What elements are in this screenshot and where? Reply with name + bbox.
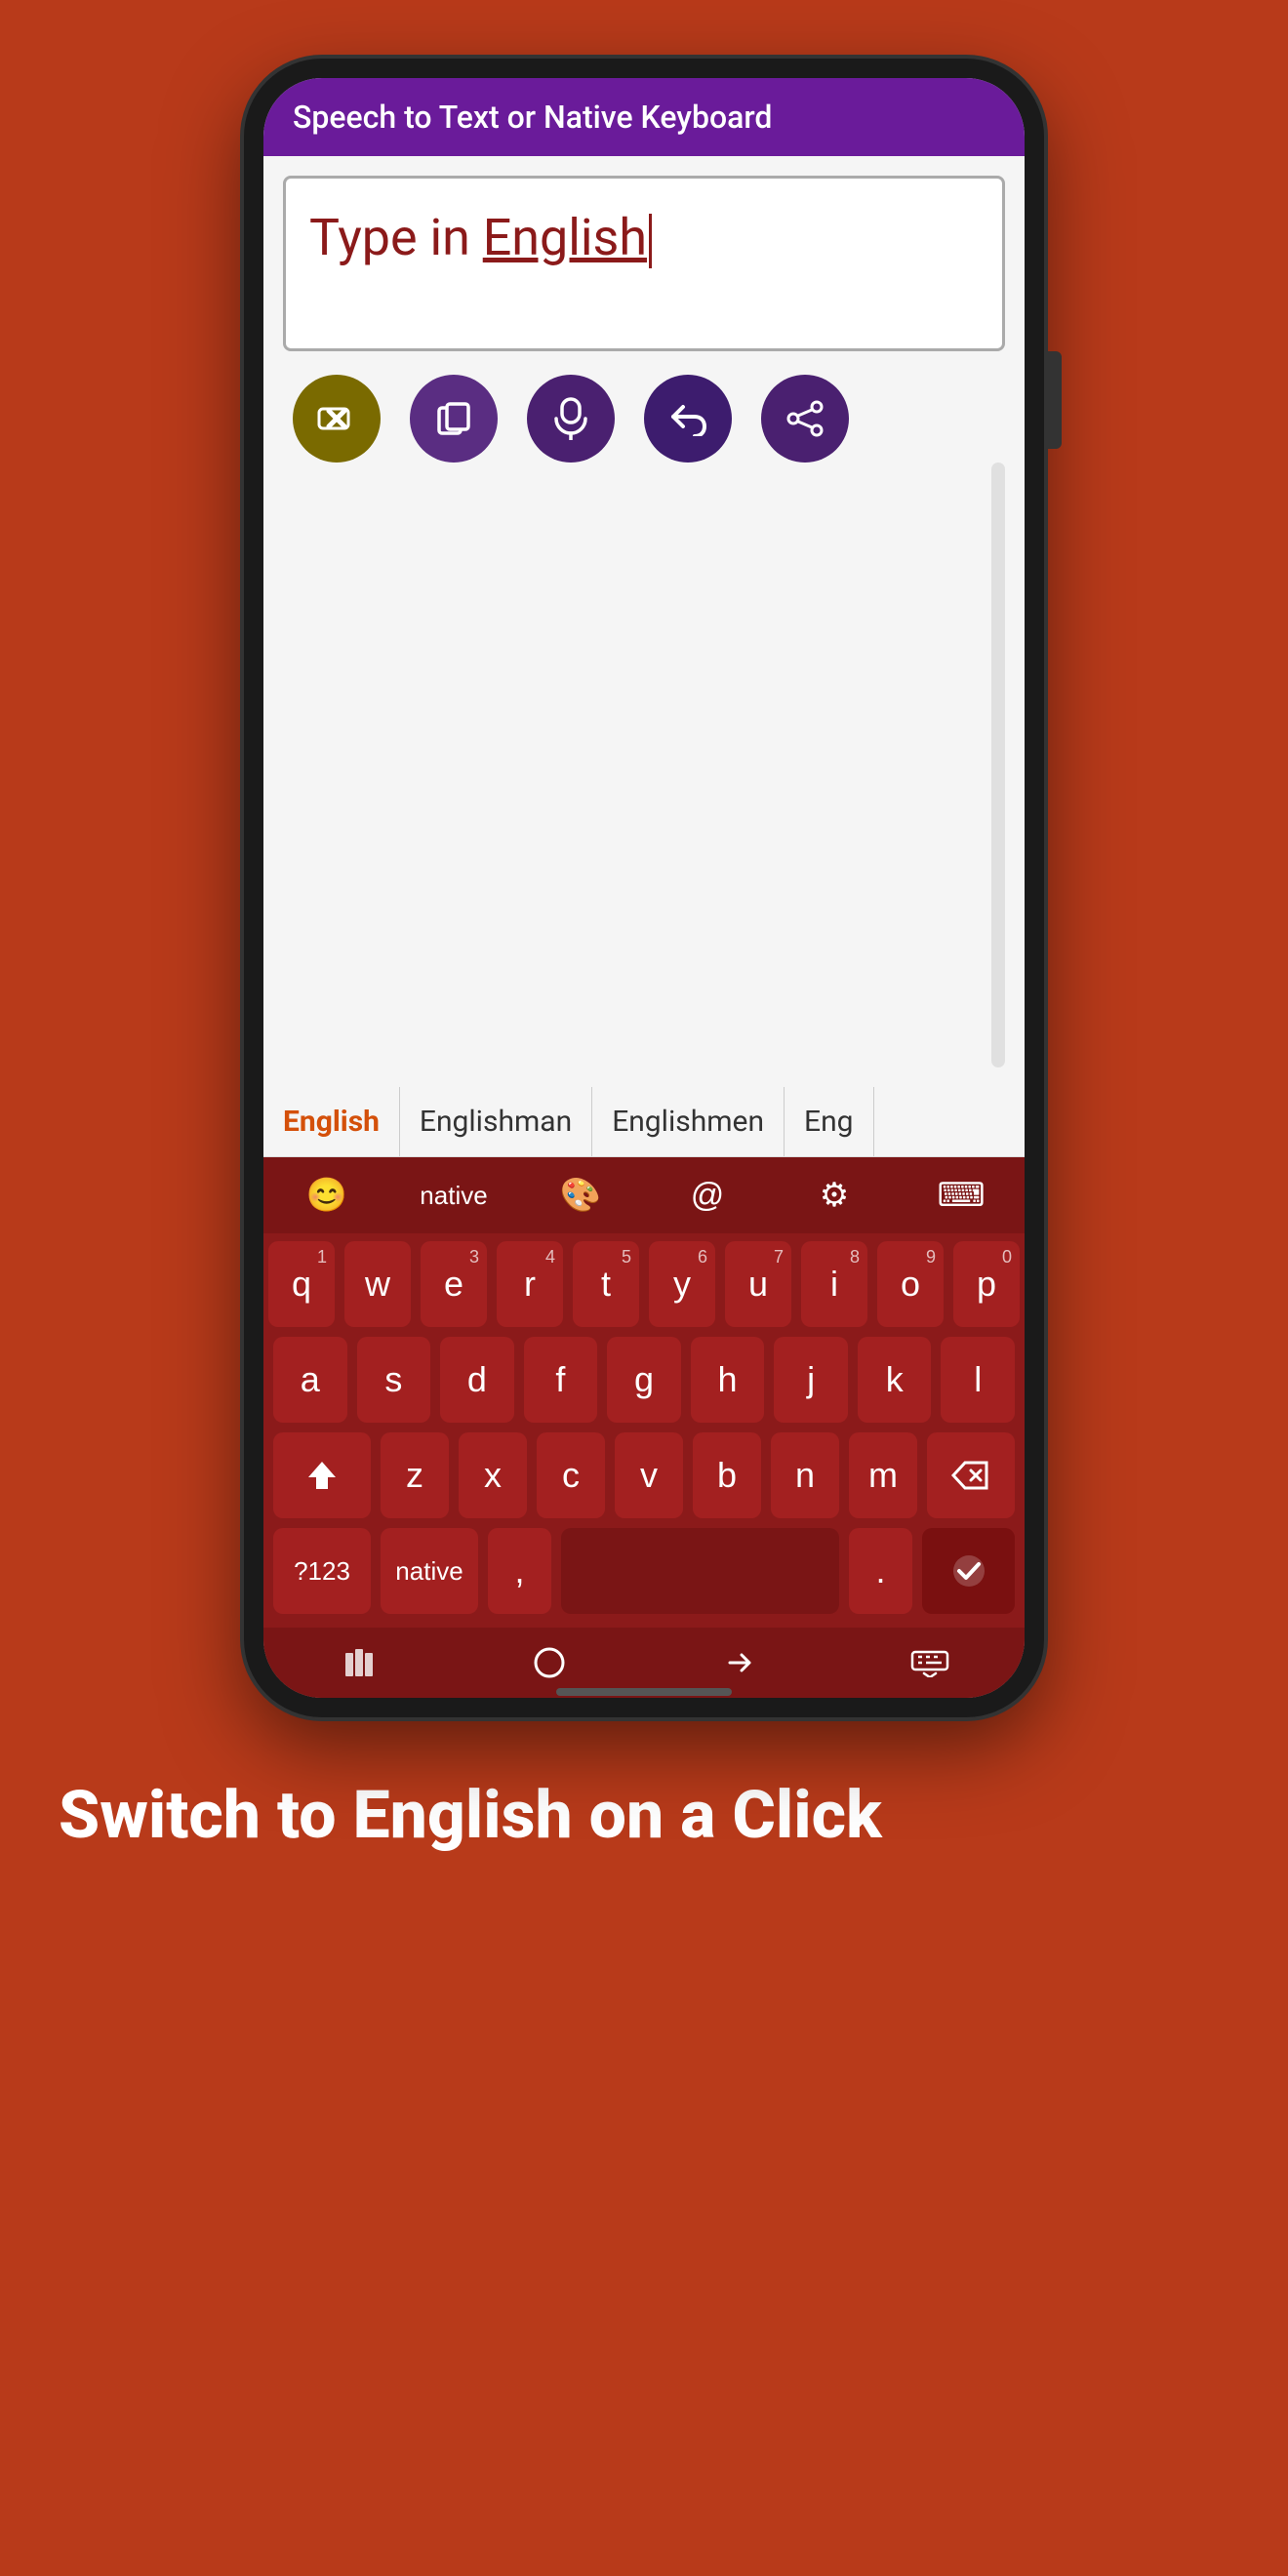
suggestion-bar: English Englishman Englishmen Eng — [263, 1087, 1025, 1157]
kb-row-2: a s d f g h j k l — [273, 1337, 1015, 1423]
palette-key[interactable]: 🎨 — [517, 1157, 644, 1233]
key-g[interactable]: g — [607, 1337, 681, 1423]
key-l[interactable]: l — [941, 1337, 1015, 1423]
key-j[interactable]: j — [774, 1337, 848, 1423]
scroll-track — [991, 463, 1005, 1067]
key-space[interactable] — [561, 1528, 839, 1614]
title-bar-text: Speech to Text or Native Keyboard — [293, 99, 772, 136]
input-word: English — [483, 208, 647, 267]
key-n[interactable]: n — [771, 1432, 839, 1518]
key-a[interactable]: a — [273, 1337, 347, 1423]
keyboard-area: 😊 native 🎨 @ ⚙ ⌨ 1q w 3e 4r 5t 6y 7u — [263, 1157, 1025, 1698]
key-y[interactable]: 6y — [649, 1241, 715, 1327]
emoji-key[interactable]: 😊 — [263, 1157, 390, 1233]
key-backspace[interactable] — [927, 1432, 1015, 1518]
input-placeholder: Type in English — [309, 208, 652, 268]
key-f[interactable]: f — [524, 1337, 598, 1423]
key-v[interactable]: v — [615, 1432, 683, 1518]
suggestion-englishman[interactable]: Englishman — [400, 1087, 592, 1156]
key-numbers[interactable]: ?123 — [273, 1528, 371, 1614]
kb-row-1: 1q w 3e 4r 5t 6y 7u 8i 9o 0p — [273, 1241, 1015, 1327]
key-s[interactable]: s — [357, 1337, 431, 1423]
suggestion-eng[interactable]: Eng — [785, 1087, 873, 1156]
recent-apps-nav[interactable] — [263, 1645, 454, 1680]
bottom-headline: Switch to English on a Click — [0, 1717, 1288, 1856]
key-r[interactable]: 4r — [497, 1241, 563, 1327]
key-o[interactable]: 9o — [877, 1241, 944, 1327]
key-b[interactable]: b — [693, 1432, 761, 1518]
native-key[interactable]: native — [390, 1157, 517, 1233]
key-check[interactable] — [922, 1528, 1015, 1614]
home-indicator — [556, 1688, 732, 1696]
phone-shell: Speech to Text or Native Keyboard Type i… — [244, 59, 1044, 1717]
kb-row-3: z x c v b n m — [273, 1432, 1015, 1518]
keyboard-key[interactable]: ⌨ — [898, 1157, 1025, 1233]
key-t[interactable]: 5t — [573, 1241, 639, 1327]
key-d[interactable]: d — [440, 1337, 514, 1423]
key-p[interactable]: 0p — [953, 1241, 1020, 1327]
keyboard-hide-nav[interactable] — [834, 1648, 1025, 1677]
key-h[interactable]: h — [691, 1337, 765, 1423]
settings-key[interactable]: ⚙ — [771, 1157, 898, 1233]
key-comma[interactable]: , — [488, 1528, 551, 1614]
key-e[interactable]: 3e — [421, 1241, 487, 1327]
text-input-box[interactable]: Type in English — [283, 176, 1005, 351]
key-z[interactable]: z — [381, 1432, 449, 1518]
key-q[interactable]: 1q — [268, 1241, 335, 1327]
key-native[interactable]: native — [381, 1528, 478, 1614]
back-nav[interactable] — [644, 1645, 834, 1680]
keyboard-rows: 1q w 3e 4r 5t 6y 7u 8i 9o 0p a s d f — [263, 1233, 1025, 1628]
copy-button[interactable] — [410, 375, 498, 463]
kb-row-4: ?123 native , . — [273, 1528, 1015, 1614]
title-bar: Speech to Text or Native Keyboard — [263, 78, 1025, 156]
undo-button[interactable] — [644, 375, 732, 463]
key-i[interactable]: 8i — [801, 1241, 867, 1327]
content-area: Type in English — [263, 156, 1025, 1087]
suggestion-englishmen[interactable]: Englishmen — [592, 1087, 785, 1156]
keyboard-top-row: 😊 native 🎨 @ ⚙ ⌨ — [263, 1157, 1025, 1233]
mic-button[interactable] — [527, 375, 615, 463]
key-u[interactable]: 7u — [725, 1241, 791, 1327]
delete-button[interactable] — [293, 375, 381, 463]
power-button — [1048, 351, 1062, 449]
key-period[interactable]: . — [849, 1528, 912, 1614]
suggestion-english[interactable]: English — [263, 1087, 400, 1156]
action-buttons-row — [283, 375, 1005, 463]
key-c[interactable]: c — [537, 1432, 605, 1518]
key-w[interactable]: w — [344, 1241, 411, 1327]
share-button[interactable] — [761, 375, 849, 463]
key-x[interactable]: x — [459, 1432, 527, 1518]
phone-screen: Speech to Text or Native Keyboard Type i… — [263, 78, 1025, 1698]
text-cursor — [649, 214, 652, 268]
scroll-area — [283, 463, 1005, 1067]
key-m[interactable]: m — [849, 1432, 917, 1518]
at-key[interactable]: @ — [644, 1157, 771, 1233]
key-shift[interactable] — [273, 1432, 371, 1518]
home-nav[interactable] — [454, 1645, 644, 1680]
key-k[interactable]: k — [858, 1337, 932, 1423]
